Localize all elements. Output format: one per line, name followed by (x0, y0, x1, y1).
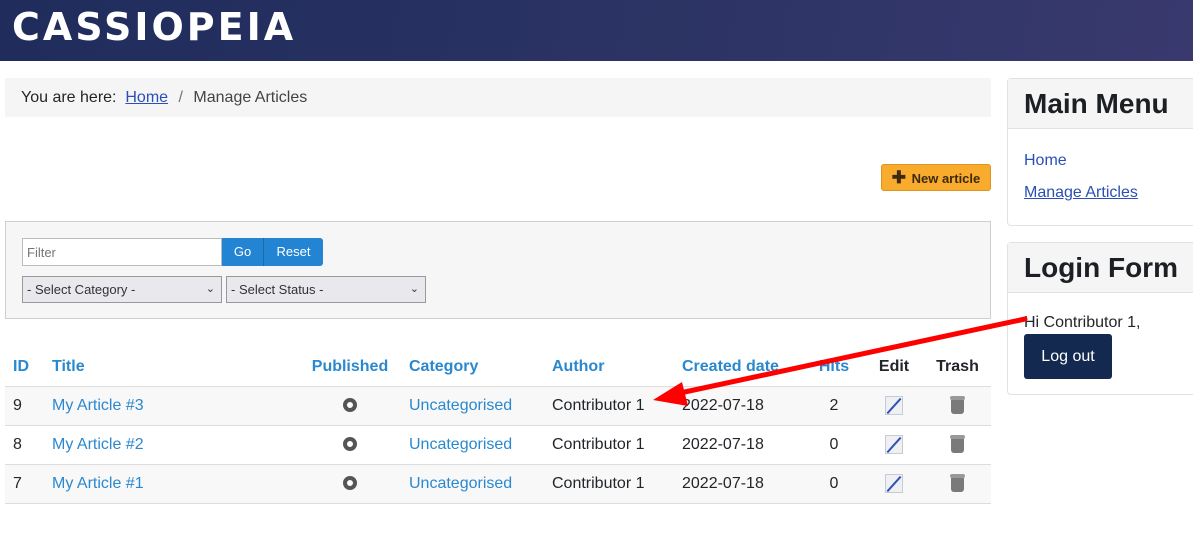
article-created-date: 2022-07-18 (674, 386, 804, 426)
edit-icon[interactable] (885, 474, 903, 493)
status-select-value: - Select Status - (231, 282, 324, 297)
column-header-hits[interactable]: Hits (804, 349, 864, 387)
new-article-button[interactable]: ✚ New article (881, 164, 991, 191)
column-header-edit: Edit (864, 349, 924, 387)
article-created-date: 2022-07-18 (674, 464, 804, 504)
table-row: 9 My Article #3 Uncategorised Contributo… (5, 386, 991, 426)
main-menu-module: Main Menu Home Manage Articles (1007, 78, 1193, 226)
user-greeting: Hi Contributor 1, (1024, 314, 1141, 331)
article-hits: 2 (804, 386, 864, 426)
status-select[interactable]: - Select Status - ⌄ (226, 276, 426, 303)
article-category-link[interactable]: Uncategorised (409, 397, 512, 414)
trash-icon[interactable] (950, 474, 965, 493)
article-id: 9 (5, 386, 44, 426)
category-select-value: - Select Category - (27, 282, 136, 297)
article-category-link[interactable]: Uncategorised (409, 475, 512, 492)
breadcrumb-prefix: You are here: (21, 89, 117, 106)
column-header-created-date[interactable]: Created date (674, 349, 804, 387)
breadcrumb-separator: / (178, 89, 183, 106)
column-header-author[interactable]: Author (544, 349, 674, 387)
breadcrumb-home-link[interactable]: Home (125, 89, 168, 106)
trash-icon[interactable] (950, 396, 965, 415)
article-hits: 0 (804, 425, 864, 465)
new-article-label: New article (911, 171, 981, 186)
table-header-row: ID Title Published Category Author Creat… (5, 349, 991, 387)
article-title-link[interactable]: My Article #3 (52, 397, 144, 414)
site-header: CASSIOPEIA (0, 0, 1193, 61)
table-row: 7 My Article #1 Uncategorised Contributo… (5, 464, 991, 504)
articles-table: ID Title Published Category Author Creat… (5, 349, 991, 504)
menu-item-home[interactable]: Home (1024, 152, 1067, 170)
article-title-link[interactable]: My Article #1 (52, 475, 144, 492)
chevron-down-icon: ⌄ (205, 283, 215, 295)
article-category-link[interactable]: Uncategorised (409, 436, 512, 453)
article-author: Contributor 1 (544, 425, 674, 465)
published-icon[interactable] (343, 437, 357, 452)
menu-item-manage-articles[interactable]: Manage Articles (1024, 184, 1138, 202)
table-row: 8 My Article #2 Uncategorised Contributo… (5, 425, 991, 465)
reset-button[interactable]: Reset (264, 238, 323, 266)
article-author: Contributor 1 (544, 386, 674, 426)
filter-input[interactable] (22, 238, 222, 266)
article-id: 7 (5, 464, 44, 504)
site-logo[interactable]: CASSIOPEIA (12, 5, 296, 49)
column-header-title[interactable]: Title (44, 349, 299, 387)
logout-button[interactable]: Log out (1024, 334, 1112, 379)
article-created-date: 2022-07-18 (674, 425, 804, 465)
column-header-id[interactable]: ID (5, 349, 44, 387)
login-form-module: Login Form Hi Contributor 1, Log out (1007, 242, 1193, 395)
category-select[interactable]: - Select Category - ⌄ (22, 276, 222, 303)
article-id: 8 (5, 425, 44, 465)
plus-icon: ✚ (891, 168, 906, 187)
main-menu-title: Main Menu (1008, 79, 1193, 129)
login-form-title: Login Form (1008, 243, 1193, 293)
trash-icon[interactable] (950, 435, 965, 454)
article-title-link[interactable]: My Article #2 (52, 436, 144, 453)
chevron-down-icon: ⌄ (409, 283, 419, 295)
filter-panel: Go Reset - Select Category - ⌄ - Select … (5, 221, 991, 319)
edit-icon[interactable] (885, 435, 903, 454)
edit-icon[interactable] (885, 396, 903, 415)
go-button[interactable]: Go (222, 238, 264, 266)
published-icon[interactable] (343, 476, 357, 491)
breadcrumb-current: Manage Articles (193, 89, 308, 106)
column-header-published[interactable]: Published (299, 349, 401, 387)
breadcrumb: You are here: Home / Manage Articles (5, 78, 991, 117)
column-header-trash: Trash (924, 349, 991, 387)
article-author: Contributor 1 (544, 464, 674, 504)
published-icon[interactable] (343, 398, 357, 413)
column-header-category[interactable]: Category (401, 349, 544, 387)
article-hits: 0 (804, 464, 864, 504)
